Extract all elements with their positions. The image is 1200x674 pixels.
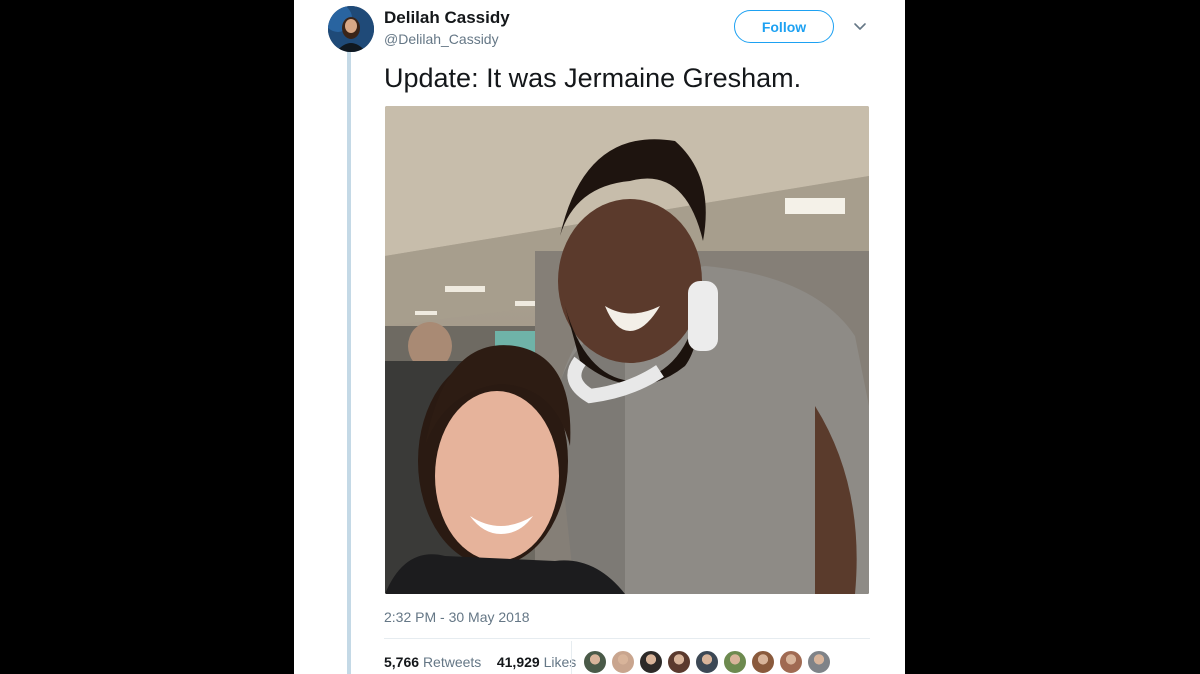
liker-avatar[interactable] [779, 650, 803, 674]
tweet-photo[interactable] [385, 106, 869, 594]
liker-avatar[interactable] [723, 650, 747, 674]
retweets-label: Retweets [422, 654, 482, 670]
retweets-stat[interactable]: 5,766 Retweets [384, 654, 481, 670]
liker-avatars [583, 650, 835, 674]
chevron-down-icon[interactable] [852, 18, 868, 34]
likes-count: 41,929 [496, 654, 540, 670]
follow-button[interactable]: Follow [734, 10, 834, 43]
liker-avatar[interactable] [667, 650, 691, 674]
retweets-count: 5,766 [384, 654, 420, 670]
liker-avatar[interactable] [695, 650, 719, 674]
tweet-card: Delilah Cassidy @Delilah_Cassidy Follow … [294, 0, 905, 674]
avatar[interactable] [328, 6, 374, 52]
thread-line [347, 52, 351, 674]
author-handle[interactable]: @Delilah_Cassidy [384, 31, 499, 47]
liker-avatar[interactable] [611, 650, 635, 674]
author-name[interactable]: Delilah Cassidy [384, 8, 510, 28]
divider [384, 638, 870, 639]
tweet-text: Update: It was Jermaine Gresham. [384, 63, 802, 93]
stats-separator [571, 641, 572, 674]
liker-avatar[interactable] [751, 650, 775, 674]
tweet-timestamp[interactable]: 2:32 PM - 30 May 2018 [384, 609, 530, 625]
likes-stat[interactable]: 41,929 Likes [497, 654, 576, 670]
selfie-photo [385, 106, 869, 594]
liker-avatar[interactable] [583, 650, 607, 674]
liker-avatar[interactable] [807, 650, 831, 674]
avatar-image [328, 6, 374, 52]
tweet-stats: 5,766 Retweets 41,929 Likes [384, 654, 576, 670]
liker-avatar[interactable] [639, 650, 663, 674]
